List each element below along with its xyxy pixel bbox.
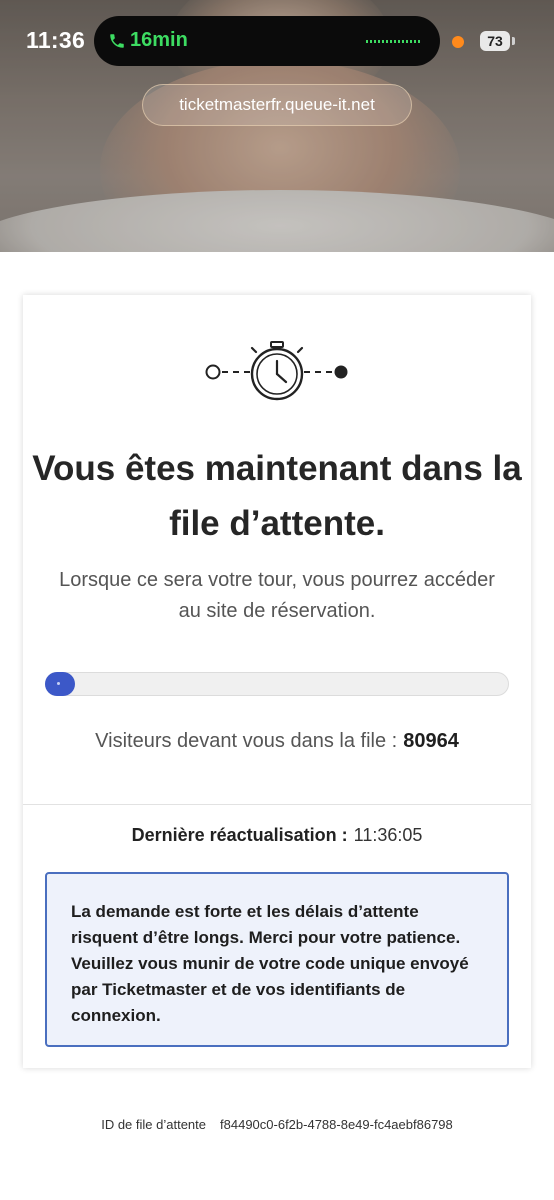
visitors-ahead: Visiteurs devant vous dans la file :8096… (23, 730, 531, 753)
queue-id: ID de file d’attente f84490c0-6f2b-4788-8… (0, 1117, 554, 1132)
recording-indicator (452, 36, 464, 48)
high-demand-notice: La demande est forte et les délais d’att… (45, 872, 509, 1047)
call-duration: 16min (130, 29, 188, 51)
battery-level: 73 (480, 31, 510, 51)
queue-id-value: f84490c0-6f2b-4788-8e49-fc4aebf86798 (220, 1117, 453, 1132)
queue-subtitle: Lorsque ce sera votre tour, vous pourrez… (59, 569, 495, 622)
stopwatch-icon (205, 341, 348, 401)
status-time: 11:36 (26, 27, 86, 53)
queue-progress-indicator (45, 672, 75, 696)
battery-tip (512, 37, 515, 45)
last-refresh-label: Dernière réactualisation : (131, 825, 348, 845)
dynamic-island-call[interactable]: 16min (94, 16, 440, 66)
url-bar[interactable]: ticketmasterfr.queue-it.net (142, 84, 412, 126)
queue-progress-bar (45, 672, 509, 696)
last-refresh: Dernière réactualisation :11:36:05 (23, 825, 531, 846)
visitors-ahead-count: 80964 (403, 730, 459, 752)
last-refresh-time: 11:36:05 (353, 825, 423, 845)
queue-title: Vous êtes maintenant dans la file d’atte… (32, 449, 522, 543)
audio-wave-icon (366, 40, 422, 43)
queue-id-label: ID de file d’attente (101, 1117, 207, 1132)
queue-card: Vous êtes maintenant dans la file d’atte… (23, 295, 531, 1068)
divider (23, 804, 531, 805)
phone-icon (110, 34, 124, 48)
visitors-ahead-label: Visiteurs devant vous dans la file : (95, 730, 398, 752)
